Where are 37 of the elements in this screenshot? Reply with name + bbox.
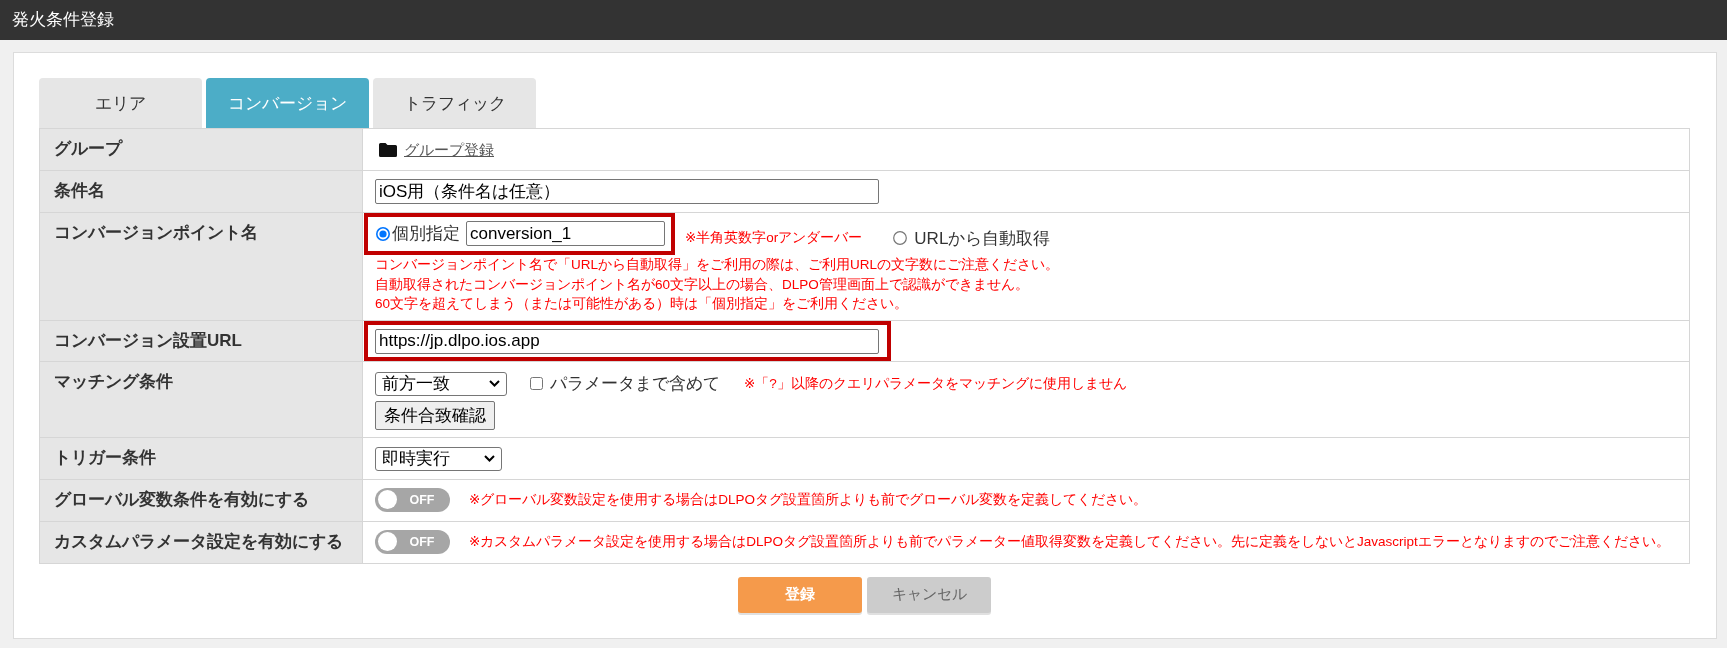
group-link[interactable]: グループ登録 <box>404 140 494 159</box>
check-button[interactable]: 条件合致確認 <box>375 400 495 430</box>
text-input[interactable]: iOS用（条件名は任意） <box>375 179 879 204</box>
radio-icon[interactable] <box>893 231 908 245</box>
field-label: カスタムパラメータ設定を有効にする <box>40 521 363 563</box>
radio-option[interactable]: URLから自動取得 <box>892 227 1051 249</box>
toggle-knob <box>378 532 397 551</box>
window-title: 発火条件登録 <box>12 9 114 31</box>
field-label: マッチング条件 <box>40 361 363 437</box>
text-input[interactable]: https://jp.dlpo.ios.app <box>375 328 879 354</box>
warning-note: 60文字を超えてしまう（または可能性がある）時は「個別指定」をご利用ください。 <box>375 295 909 313</box>
field-label: コンバージョンポイント名 <box>40 213 363 320</box>
dropdown[interactable]: 前方一致 <box>375 371 507 396</box>
field-label: グループ <box>40 129 363 170</box>
hint-text: ※グローバル変数設定を使用する場合はDLPOタグ設置箇所よりも前でグローバル変数を定義してください。 <box>469 490 1148 509</box>
folder-icon <box>379 142 397 157</box>
chevron-down-icon <box>489 380 500 387</box>
cancel-button[interactable]: キャンセル <box>867 576 991 613</box>
checkbox-icon[interactable] <box>530 377 543 390</box>
warning-note: 自動取得されたコンバージョンポイント名が60文字以上の場合、DLPO管理画面上で認識ができません。 <box>375 275 1029 294</box>
radio-icon[interactable] <box>376 226 390 241</box>
dropdown[interactable]: 即時実行 <box>375 446 502 471</box>
checkbox-option[interactable]: パラメータまで含めて <box>530 373 720 394</box>
warning-note: コンバージョンポイント名で「URLから自動取得」をご利用の際は、ご利用URLの文字数にご注意ください。 <box>375 256 1059 274</box>
field-label: コンバージョン設置URL <box>40 320 363 361</box>
tab[interactable]: トラフィック <box>373 78 536 128</box>
field-label: トリガー条件 <box>40 437 363 479</box>
field-label: 条件名 <box>40 171 363 212</box>
chevron-down-icon <box>484 455 495 462</box>
hint-text: ※カスタムパラメータ設定を使用する場合はDLPOタグ設置箇所よりも前でパラメーター値取得変数を定義してください。先に定義をしないとJavascriptエラーとなりますのでご注意ください。 <box>469 532 1670 551</box>
toggle-knob <box>378 490 397 509</box>
radio-option[interactable]: 個別指定 <box>375 223 460 244</box>
tab[interactable]: エリア <box>39 78 202 128</box>
hint-text: ※半角英数字orアンダーバー <box>685 229 863 247</box>
text-input[interactable]: conversion_1 <box>466 221 665 246</box>
hint-text: ※「?」以降のクエリパラメータをマッチングに使用しません <box>744 374 1127 393</box>
field-label: グローバル変数条件を有効にする <box>40 479 363 521</box>
